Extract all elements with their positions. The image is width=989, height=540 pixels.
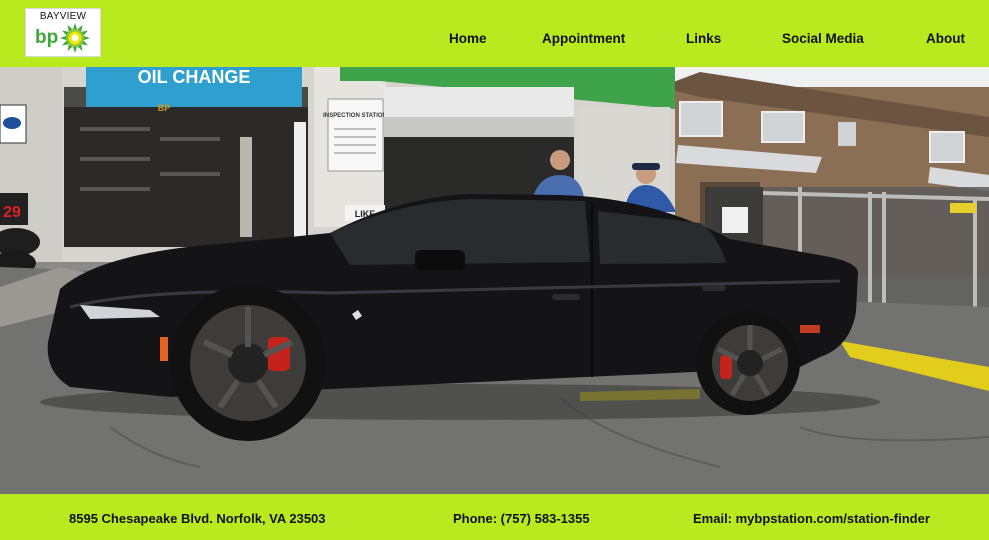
nav-appointment[interactable]: Appointment: [542, 31, 625, 46]
footer-phone[interactable]: Phone: (757) 583-1355: [453, 511, 590, 526]
site-footer: 8595 Chesapeake Blvd. Norfolk, VA 23503 …: [0, 494, 989, 540]
front-wheel: [170, 285, 326, 441]
nav-links[interactable]: Links: [686, 31, 721, 46]
bp-small-text: BP: [158, 103, 171, 113]
rear-wheel: [696, 311, 800, 415]
nav-home[interactable]: Home: [449, 31, 487, 46]
hero-photo: OIL CHANGE BP INSPECTION STATION 29 LIKE: [0, 67, 989, 494]
logo-location-text: BAYVIEW: [39, 11, 87, 22]
logo-brand-text: bp: [35, 27, 59, 48]
inspection-sign-text: INSPECTION STATION: [323, 113, 387, 119]
inspection-sign: [327, 98, 384, 172]
footer-email[interactable]: Email: mybpstation.com/station-finder: [693, 511, 930, 526]
digital-sign-text: 29: [3, 204, 21, 221]
hero-scene: OIL CHANGE BP INSPECTION STATION 29 LIKE: [0, 67, 989, 494]
oil-change-sign-text: OIL CHANGE: [138, 67, 251, 87]
footer-address: 8595 Chesapeake Blvd. Norfolk, VA 23503: [69, 511, 326, 526]
nav-social-media[interactable]: Social Media: [782, 31, 864, 46]
side-mirror: [415, 250, 465, 270]
bp-helios-icon: [60, 23, 90, 53]
bp-logo[interactable]: BAYVIEW bp: [25, 8, 101, 57]
site-header: BAYVIEW bp Home Appointment Links Social…: [0, 0, 989, 67]
nav-about[interactable]: About: [926, 31, 965, 46]
